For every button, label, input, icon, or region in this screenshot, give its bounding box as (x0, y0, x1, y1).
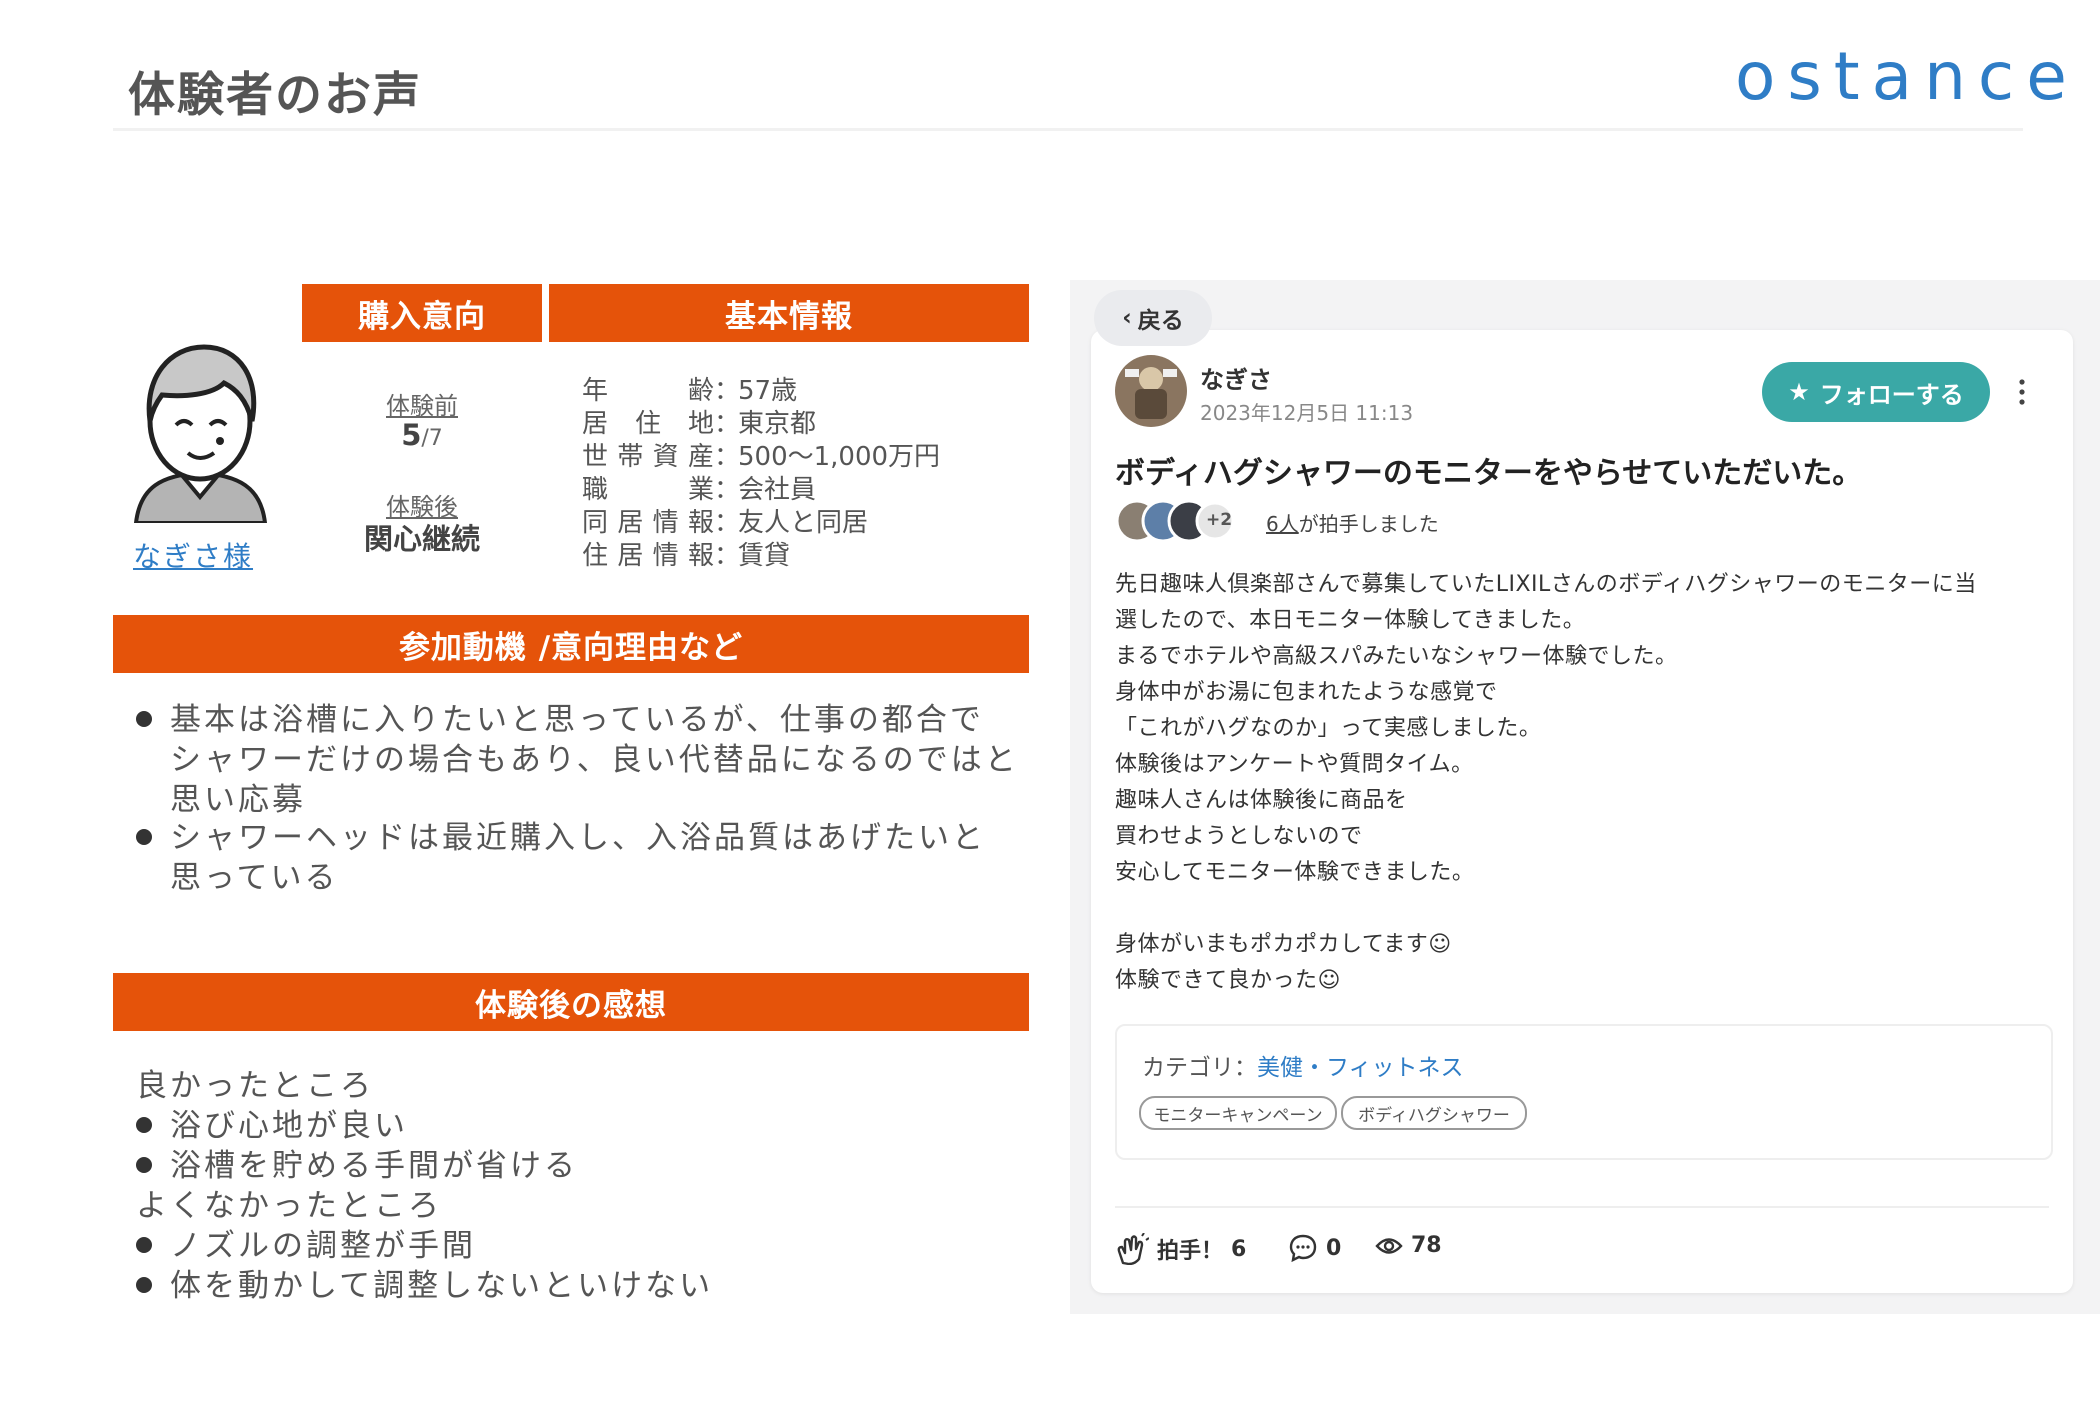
footer-divider (1115, 1206, 2049, 1208)
info-row-assets: 世帯資産： 500〜1,000万円 (582, 442, 941, 472)
brand-logo: ostance (1735, 38, 2079, 115)
info-row-residence: 居住地：東京都 (582, 409, 817, 439)
category-label: カテゴリ：美健・フィットネス (1142, 1055, 1464, 1081)
header-divider (113, 128, 2023, 131)
chevron-left-icon: ‹ (1122, 305, 1132, 331)
purchase-intent-header: 購入意向 (302, 284, 542, 342)
tag-monitor-campaign[interactable]: モニターキャンペーン (1139, 1096, 1337, 1130)
bad-point-item: ノズルの調整が手間 (136, 1226, 476, 1266)
post-body-line: 選したので、本日モニター体験してきました。 (1115, 608, 1586, 633)
info-row-cohabitation: 同居情報：友人と同居 (582, 508, 869, 538)
good-point-item: 浴び心地が良い (136, 1106, 408, 1146)
info-row-housing: 住居情報：賃貸 (582, 541, 791, 571)
after-experience-value: 関心継続 (363, 522, 480, 556)
bad-points-title: よくなかったところ (136, 1188, 442, 1224)
before-experience-label: 体験前 (386, 392, 458, 420)
good-points-title: 良かったところ (136, 1068, 374, 1104)
post-body-line: 趣味人さんは体験後に商品を (1115, 788, 1408, 813)
eye-icon (1375, 1237, 1403, 1254)
good-point-item: 浴槽を貯める手間が省ける (136, 1146, 578, 1186)
bad-point-item: 体を動かして調整しないといけない (136, 1266, 713, 1306)
participant-name-link[interactable]: なぎさ様 (133, 535, 253, 575)
comment-button[interactable]: 0 (1288, 1233, 1341, 1263)
category-box (1115, 1024, 2053, 1160)
person-avatar-icon (133, 344, 268, 523)
clap-button[interactable]: 拍手！ 6 (1115, 1233, 1246, 1265)
category-link[interactable]: 美健・フィットネス (1257, 1055, 1464, 1081)
info-row-occupation: 職業：会社員 (582, 475, 817, 505)
post-body-line: 「これがハグなのか」って実感しました。 (1115, 716, 1542, 741)
basic-info-header: 基本情報 (549, 284, 1029, 342)
follow-button[interactable]: ★ フォローする (1762, 362, 1990, 422)
more-options-icon[interactable] (2017, 372, 2027, 412)
clap-summary[interactable]: 6人が拍手しました (1266, 508, 1439, 537)
post-date: 2023年12月5日 11:13 (1200, 401, 1414, 425)
motive-bullet: シャワーヘッドは最近購入し、入浴品質はあげたいと 思っている (136, 818, 986, 898)
back-button[interactable]: ‹ 戻る (1094, 290, 1212, 346)
post-body-line: 体験後はアンケートや質問タイム。 (1115, 752, 1474, 777)
post-body-line: 身体中がお湯に包まれたような感覚で (1115, 680, 1498, 705)
comment-icon (1289, 1234, 1317, 1263)
post-body-line: 身体がいまもポカポカしてます☺ (1115, 932, 1452, 957)
post-title: ボディハグシャワーのモニターをやらせていただいた。 (1115, 456, 1863, 491)
impression-header: 体験後の感想 (113, 973, 1029, 1031)
clap-hands-icon (1117, 1233, 1149, 1265)
post-body-line: 先日趣味人倶楽部さんで募集していたLIXILさんのボディハグシャワーのモニターに… (1115, 572, 1977, 597)
post-body-line: まるでホテルや高級スパみたいなシャワー体験でした。 (1115, 644, 1678, 669)
clapper-extra-count: +2 (1206, 510, 1233, 530)
tag-body-hug-shower[interactable]: ボディハグシャワー (1341, 1096, 1527, 1130)
post-body-line: 買わせようとしないので (1115, 824, 1363, 849)
motive-bullet: 基本は浴槽に入りたいと思っているが、仕事の都合で シャワーだけの場合もあり、良い… (136, 700, 1019, 820)
before-experience-score: 5/7 (401, 418, 443, 452)
view-count: 78 (1375, 1233, 1442, 1258)
star-icon: ★ (1788, 378, 1810, 406)
page-title: 体験者のお声 (128, 68, 422, 123)
author-name[interactable]: なぎさ (1200, 360, 1272, 395)
info-row-age: 年齢： 57歳 (582, 376, 798, 406)
post-body-line: 体験できて良かった☺ (1115, 968, 1341, 993)
author-avatar[interactable] (1115, 355, 1187, 427)
motive-header: 参加動機 /意向理由など (113, 615, 1029, 673)
post-body-line: 安心してモニター体験できました。 (1115, 860, 1475, 885)
